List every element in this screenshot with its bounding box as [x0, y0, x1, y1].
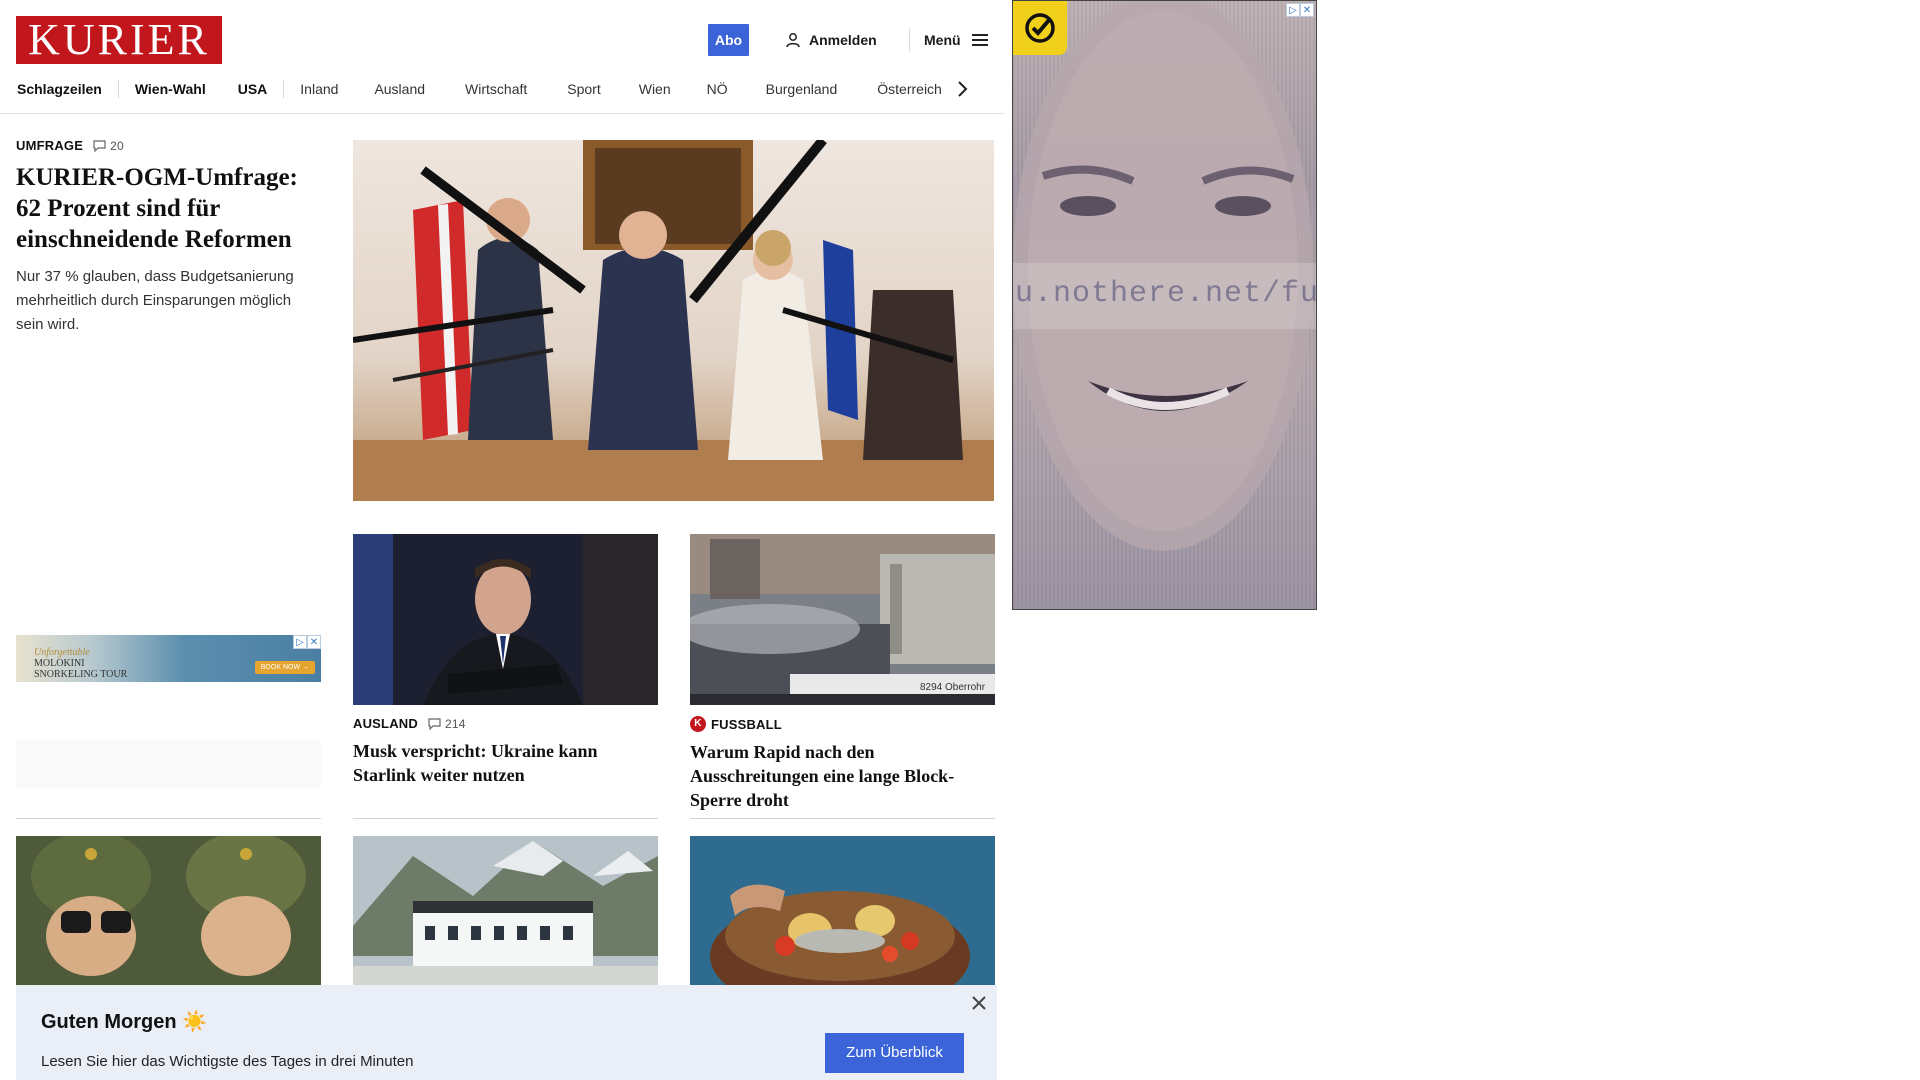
nav-item-schlagzeilen[interactable]: Schlagzeilen	[16, 81, 118, 97]
card-image-musk[interactable]	[353, 534, 658, 705]
banner-title: Guten Morgen ☀️	[41, 1011, 208, 1033]
nav-item-sport[interactable]: Sport	[547, 81, 620, 97]
nav-item-usa[interactable]: USA	[222, 81, 284, 97]
banner-text: Lesen Sie hier das Wichtigste des Tages …	[41, 1053, 414, 1070]
section-divider	[16, 818, 321, 819]
svg-text:8294 Oberrohr: 8294 Oberrohr	[920, 682, 986, 693]
snorkel-tour-ad[interactable]: Unforgettable MOLOKINI SNORKELING TOUR B…	[16, 635, 321, 682]
ad-text-line1: Unforgettable	[34, 647, 90, 658]
lead-image[interactable]	[353, 140, 994, 501]
lead-kicker: UMFRAGE 20	[16, 138, 321, 153]
card-headline[interactable]: Warum Rapid nach den Ausschreitungen ein…	[690, 740, 995, 812]
login-label: Anmelden	[809, 32, 877, 48]
chevron-right-icon	[958, 81, 968, 97]
lead-headline[interactable]: KURIER-OGM-Umfrage: 62 Prozent sind für …	[16, 162, 321, 255]
nav-item-wien-wahl[interactable]: Wien-Wahl	[119, 81, 222, 97]
nav-item-inland[interactable]: Inland	[284, 81, 354, 97]
card-kicker: AUSLAND 214	[353, 716, 658, 731]
side-video-ad[interactable]: u.nothere.net/fu ▷ ✕	[1012, 0, 1317, 610]
card-image-villa[interactable]	[353, 836, 658, 986]
ad-text: Unforgettable MOLOKINI SNORKELING TOUR	[34, 647, 127, 680]
card-image-food[interactable]	[690, 836, 995, 986]
user-icon	[786, 33, 800, 48]
comment-count: 214	[444, 716, 466, 731]
article-card-rapid[interactable]: K FUSSBALL Warum Rapid nach den Ausschre…	[690, 705, 995, 812]
kurier-logo[interactable]: KURIER	[16, 16, 222, 64]
ad-book-now-button[interactable]: BOOK NOW →	[254, 661, 315, 674]
placeholder-block	[16, 740, 321, 788]
adchoices-icon[interactable]: ▷	[1286, 3, 1300, 17]
lead-teaser: Nur 37 % glauben, dass Budgetsanierung m…	[16, 268, 294, 333]
ad-badge	[1013, 1, 1067, 55]
sport-k-icon: K	[690, 716, 706, 732]
lead-comment-count[interactable]: 20	[93, 139, 124, 153]
section-divider	[353, 818, 658, 819]
card-headline[interactable]: Musk verspricht: Ukraine kann Starlink w…	[353, 739, 658, 787]
nav-item-burgenland[interactable]: Burgenland	[746, 81, 858, 97]
nav-item-wien[interactable]: Wien	[621, 81, 689, 97]
ad-text-line2: MOLOKINI	[34, 658, 85, 669]
morning-briefing-banner: Guten Morgen ☀️ Lesen Sie hier das Wicht…	[16, 985, 997, 1080]
nav-item-oesterreich[interactable]: Österreich	[857, 81, 956, 97]
comment-icon	[428, 717, 441, 730]
lead-category: UMFRAGE	[16, 138, 84, 153]
overview-button[interactable]: Zum Überblick	[825, 1033, 964, 1073]
lead-article[interactable]: UMFRAGE 20 KURIER-OGM-Umfrage: 62 Prozen…	[16, 138, 321, 337]
header-divider	[909, 28, 910, 52]
nav-scroll-right-button[interactable]	[956, 80, 968, 98]
comment-count: 20	[110, 138, 124, 153]
login-button[interactable]: Anmelden	[785, 24, 877, 56]
card-category: AUSLAND	[353, 716, 418, 731]
adchoices[interactable]: ▷ ✕	[1286, 3, 1314, 17]
ad-text-line3: SNORKELING TOUR	[34, 669, 128, 680]
section-divider	[690, 818, 995, 819]
nav-item-wirtschaft[interactable]: Wirtschaft	[445, 81, 547, 97]
ad-watermark: u.nothere.net/fu	[1015, 277, 1317, 311]
header-divider-line	[0, 113, 1005, 114]
adchoices-icon[interactable]: ▷	[293, 635, 307, 649]
section-nav: Schlagzeilen Wien-Wahl USA Inland Auslan…	[16, 70, 996, 108]
card-image-soldiers[interactable]	[16, 836, 321, 986]
banner-close-button[interactable]	[969, 993, 989, 1013]
close-icon	[972, 996, 986, 1010]
card-kicker: K FUSSBALL	[690, 716, 995, 732]
comment-icon	[93, 139, 106, 152]
ad-close-icon[interactable]: ✕	[307, 635, 321, 649]
article-card-musk[interactable]: AUSLAND 214 Musk verspricht: Ukraine kan…	[353, 705, 658, 787]
hamburger-icon	[971, 34, 988, 46]
adchoices[interactable]: ▷ ✕	[293, 635, 321, 649]
nav-item-noe[interactable]: NÖ	[689, 81, 746, 97]
nav-item-ausland[interactable]: Ausland	[354, 81, 445, 97]
menu-button[interactable]: Menü	[924, 24, 989, 56]
check-circle-icon	[1025, 13, 1055, 43]
abo-button[interactable]: Abo	[708, 24, 749, 56]
card-category: FUSSBALL	[711, 716, 782, 732]
menu-label: Menü	[924, 32, 961, 48]
card-comment-count[interactable]: 214	[428, 717, 466, 731]
card-image-rapid[interactable]: 8294 Oberrohr	[690, 534, 995, 705]
ad-close-icon[interactable]: ✕	[1300, 3, 1314, 17]
